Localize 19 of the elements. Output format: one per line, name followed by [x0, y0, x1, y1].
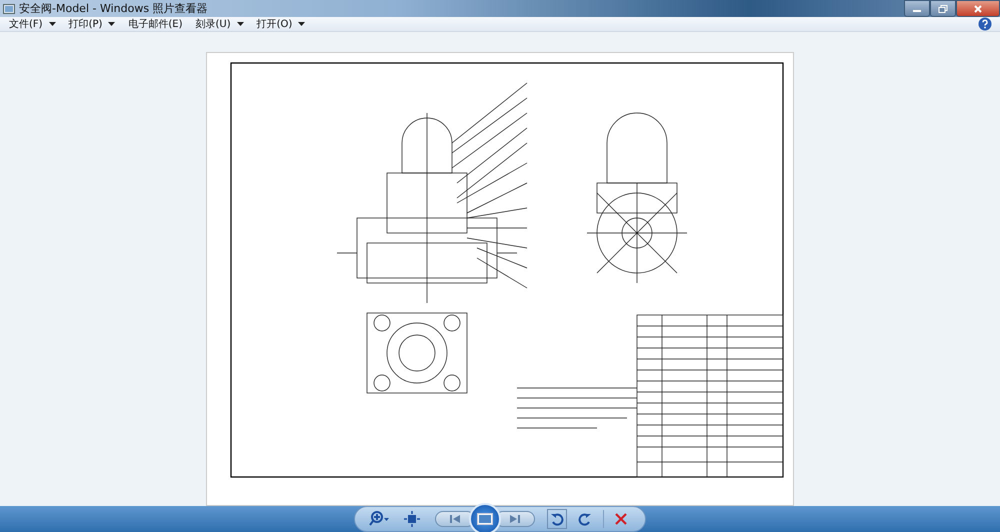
menu-item[interactable]: 文件(F) — [4, 17, 61, 31]
picture-icon — [3, 4, 15, 14]
picture-icon — [477, 513, 493, 525]
skip-forward-icon — [509, 514, 521, 524]
menu-item[interactable]: 打开(O) — [252, 17, 310, 31]
close-icon — [973, 4, 983, 12]
menu-item[interactable]: 打印(P) — [64, 17, 120, 31]
help-icon[interactable] — [978, 17, 992, 31]
rotate-left-button[interactable] — [547, 509, 567, 529]
skip-back-icon — [449, 514, 461, 524]
minimize-button[interactable] — [904, 0, 930, 17]
close-button[interactable] — [956, 0, 1000, 17]
window-title: 安全阀-Model - Windows 照片查看器 — [19, 1, 208, 16]
actual-size-button[interactable] — [401, 509, 423, 529]
slideshow-button[interactable] — [469, 503, 501, 532]
restore-button[interactable] — [930, 0, 956, 17]
menu-item[interactable]: 电子邮件(E) — [123, 17, 188, 31]
restore-icon — [938, 4, 948, 12]
menu-item[interactable]: 刻录(U) — [190, 17, 249, 31]
